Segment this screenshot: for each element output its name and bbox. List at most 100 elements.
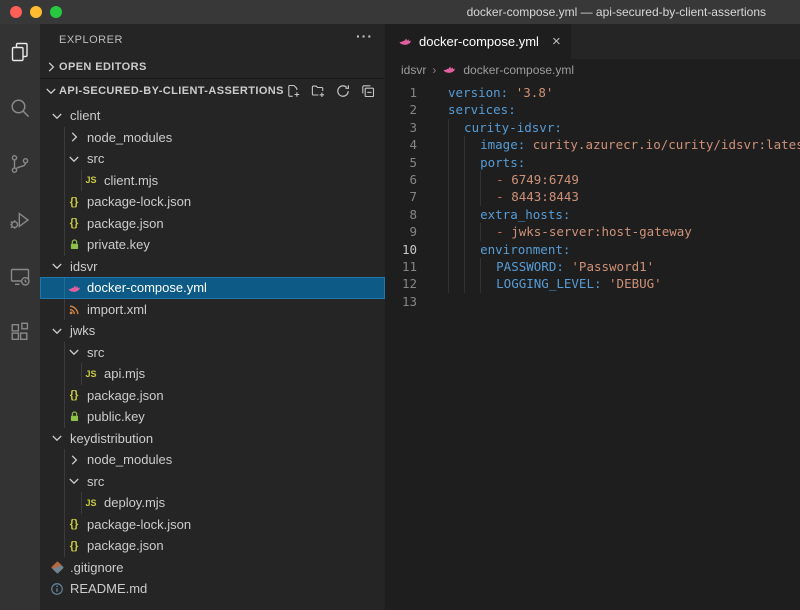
line-number: 10	[385, 241, 417, 258]
json-icon: {}	[65, 193, 83, 211]
activity-bar	[0, 24, 40, 610]
line-number: 1	[385, 84, 417, 101]
tree-item-public.key[interactable]: public.key	[40, 406, 385, 428]
zoom-window-button[interactable]	[50, 6, 62, 18]
code-line[interactable]: 6- 6749:6749	[385, 171, 800, 188]
tree-item-package.json[interactable]: {}package.json	[40, 535, 385, 557]
remote-icon	[8, 264, 32, 288]
code-line[interactable]: 13	[385, 293, 800, 310]
new-file-icon[interactable]	[284, 82, 302, 100]
code-line[interactable]: 8extra_hosts:	[385, 206, 800, 223]
collapse-all-icon[interactable]	[359, 82, 377, 100]
title-bar: docker-compose.yml — api-secured-by-clie…	[0, 0, 800, 24]
tree-item-package-lock.json[interactable]: {}package-lock.json	[40, 191, 385, 213]
breadcrumb-separator-icon: ›	[432, 63, 436, 77]
tree-item-jwks[interactable]: jwks	[40, 320, 385, 342]
tree-item-label: public.key	[87, 409, 145, 424]
code-token	[504, 171, 512, 188]
tree-item-src[interactable]: src	[40, 148, 385, 170]
tree-item-package.json[interactable]: {}package.json	[40, 385, 385, 407]
indent-guide	[48, 191, 65, 213]
chevron-down-icon	[48, 322, 66, 340]
line-number: 8	[385, 206, 417, 223]
code-token	[564, 258, 572, 275]
code-line[interactable]: 11PASSWORD: 'Password1'	[385, 258, 800, 275]
remote-explorer-activity-button[interactable]	[0, 248, 40, 304]
new-folder-icon[interactable]	[309, 82, 327, 100]
tree-item-README.md[interactable]: README.md	[40, 578, 385, 600]
line-number: 11	[385, 258, 417, 275]
editor-group: docker-compose.yml × idsvr › docker-comp…	[385, 24, 800, 610]
indent-guide	[48, 363, 65, 385]
tree-item-label: package.json	[87, 538, 164, 553]
code-line[interactable]: 2services:	[385, 101, 800, 118]
tab-docker-compose[interactable]: docker-compose.yml ×	[385, 24, 571, 59]
source-control-activity-button[interactable]	[0, 136, 40, 192]
close-tab-icon[interactable]: ×	[552, 34, 561, 49]
editor-indent-guide	[464, 258, 480, 275]
tree-item-client.mjs[interactable]: JSclient.mjs	[40, 170, 385, 192]
workspace-section[interactable]: API-SECURED-BY-CLIENT-ASSERTIONS	[40, 78, 385, 103]
chevron-down-icon	[65, 343, 83, 361]
tree-item-client[interactable]: client	[40, 105, 385, 127]
chevron-right-icon	[65, 451, 83, 469]
extensions-activity-button[interactable]	[0, 304, 40, 360]
code-token: environment:	[480, 241, 570, 258]
tree-item-import.xml[interactable]: import.xml	[40, 299, 385, 321]
search-activity-button[interactable]	[0, 80, 40, 136]
minimize-window-button[interactable]	[30, 6, 42, 18]
refresh-icon[interactable]	[334, 82, 352, 100]
editor-indent-guide	[448, 171, 464, 188]
tree-item-node_modules[interactable]: node_modules	[40, 127, 385, 149]
run-debug-activity-button[interactable]	[0, 192, 40, 248]
indent-guide	[48, 234, 65, 256]
code-editor[interactable]: 1version: '3.8'2services:3curity-idsvr:4…	[385, 81, 800, 610]
tree-item-docker-compose.yml[interactable]: docker-compose.yml	[40, 277, 385, 299]
code-line[interactable]: 9- jwks-server:host-gateway	[385, 223, 800, 240]
close-window-button[interactable]	[10, 6, 22, 18]
editor-indent-guide	[448, 258, 464, 275]
code-line[interactable]: 12LOGGING_LEVEL: 'DEBUG'	[385, 275, 800, 292]
line-number: 9	[385, 223, 417, 240]
code-line[interactable]: 7- 8443:8443	[385, 188, 800, 205]
tree-item-node_modules[interactable]: node_modules	[40, 449, 385, 471]
chevron-down-icon	[48, 429, 66, 447]
docker-whale-icon	[442, 61, 457, 79]
breadcrumb-folder[interactable]: idsvr	[401, 63, 426, 77]
explorer-activity-button[interactable]	[0, 24, 40, 80]
editor-indent-guide	[480, 171, 496, 188]
folding-region	[417, 275, 448, 292]
indent-guide	[48, 148, 65, 170]
code-line[interactable]: 3curity-idsvr:	[385, 119, 800, 136]
tree-item-label: api.mjs	[104, 366, 145, 381]
tree-item-.gitignore[interactable]: .gitignore	[40, 557, 385, 579]
code-line[interactable]: 10 environment:	[385, 241, 800, 258]
chevron-down-icon	[65, 150, 83, 168]
editor-indent-guide	[448, 223, 464, 240]
breadcrumb: idsvr › docker-compose.yml	[385, 59, 800, 81]
tree-item-package.json[interactable]: {}package.json	[40, 213, 385, 235]
tree-item-src[interactable]: src	[40, 471, 385, 493]
tree-item-private.key[interactable]: private.key	[40, 234, 385, 256]
editor-indent-guide	[480, 275, 496, 292]
tree-item-idsvr[interactable]: idsvr	[40, 256, 385, 278]
code-line[interactable]: 1version: '3.8'	[385, 84, 800, 101]
tree-item-keydistribution[interactable]: keydistribution	[40, 428, 385, 450]
indent-guide	[48, 277, 65, 299]
line-number: 3	[385, 119, 417, 136]
more-actions-icon[interactable]: ···	[356, 28, 373, 44]
lock-icon	[65, 408, 83, 426]
code-line[interactable]: 5ports:	[385, 154, 800, 171]
tree-item-package-lock.json[interactable]: {}package-lock.json	[40, 514, 385, 536]
open-editors-section[interactable]: OPEN EDITORS	[40, 56, 385, 78]
breadcrumb-file[interactable]: docker-compose.yml	[463, 63, 574, 77]
tree-item-deploy.mjs[interactable]: JSdeploy.mjs	[40, 492, 385, 514]
editor-indent-guide	[448, 188, 464, 205]
folding-region	[417, 293, 448, 310]
tree-item-src[interactable]: src	[40, 342, 385, 364]
editor-indent-guide	[448, 275, 464, 292]
tree-item-api.mjs[interactable]: JSapi.mjs	[40, 363, 385, 385]
code-line[interactable]: 4image: curity.azurecr.io/curity/idsvr:l…	[385, 136, 800, 153]
xml-icon	[65, 300, 83, 318]
code-token: PASSWORD:	[496, 258, 564, 275]
